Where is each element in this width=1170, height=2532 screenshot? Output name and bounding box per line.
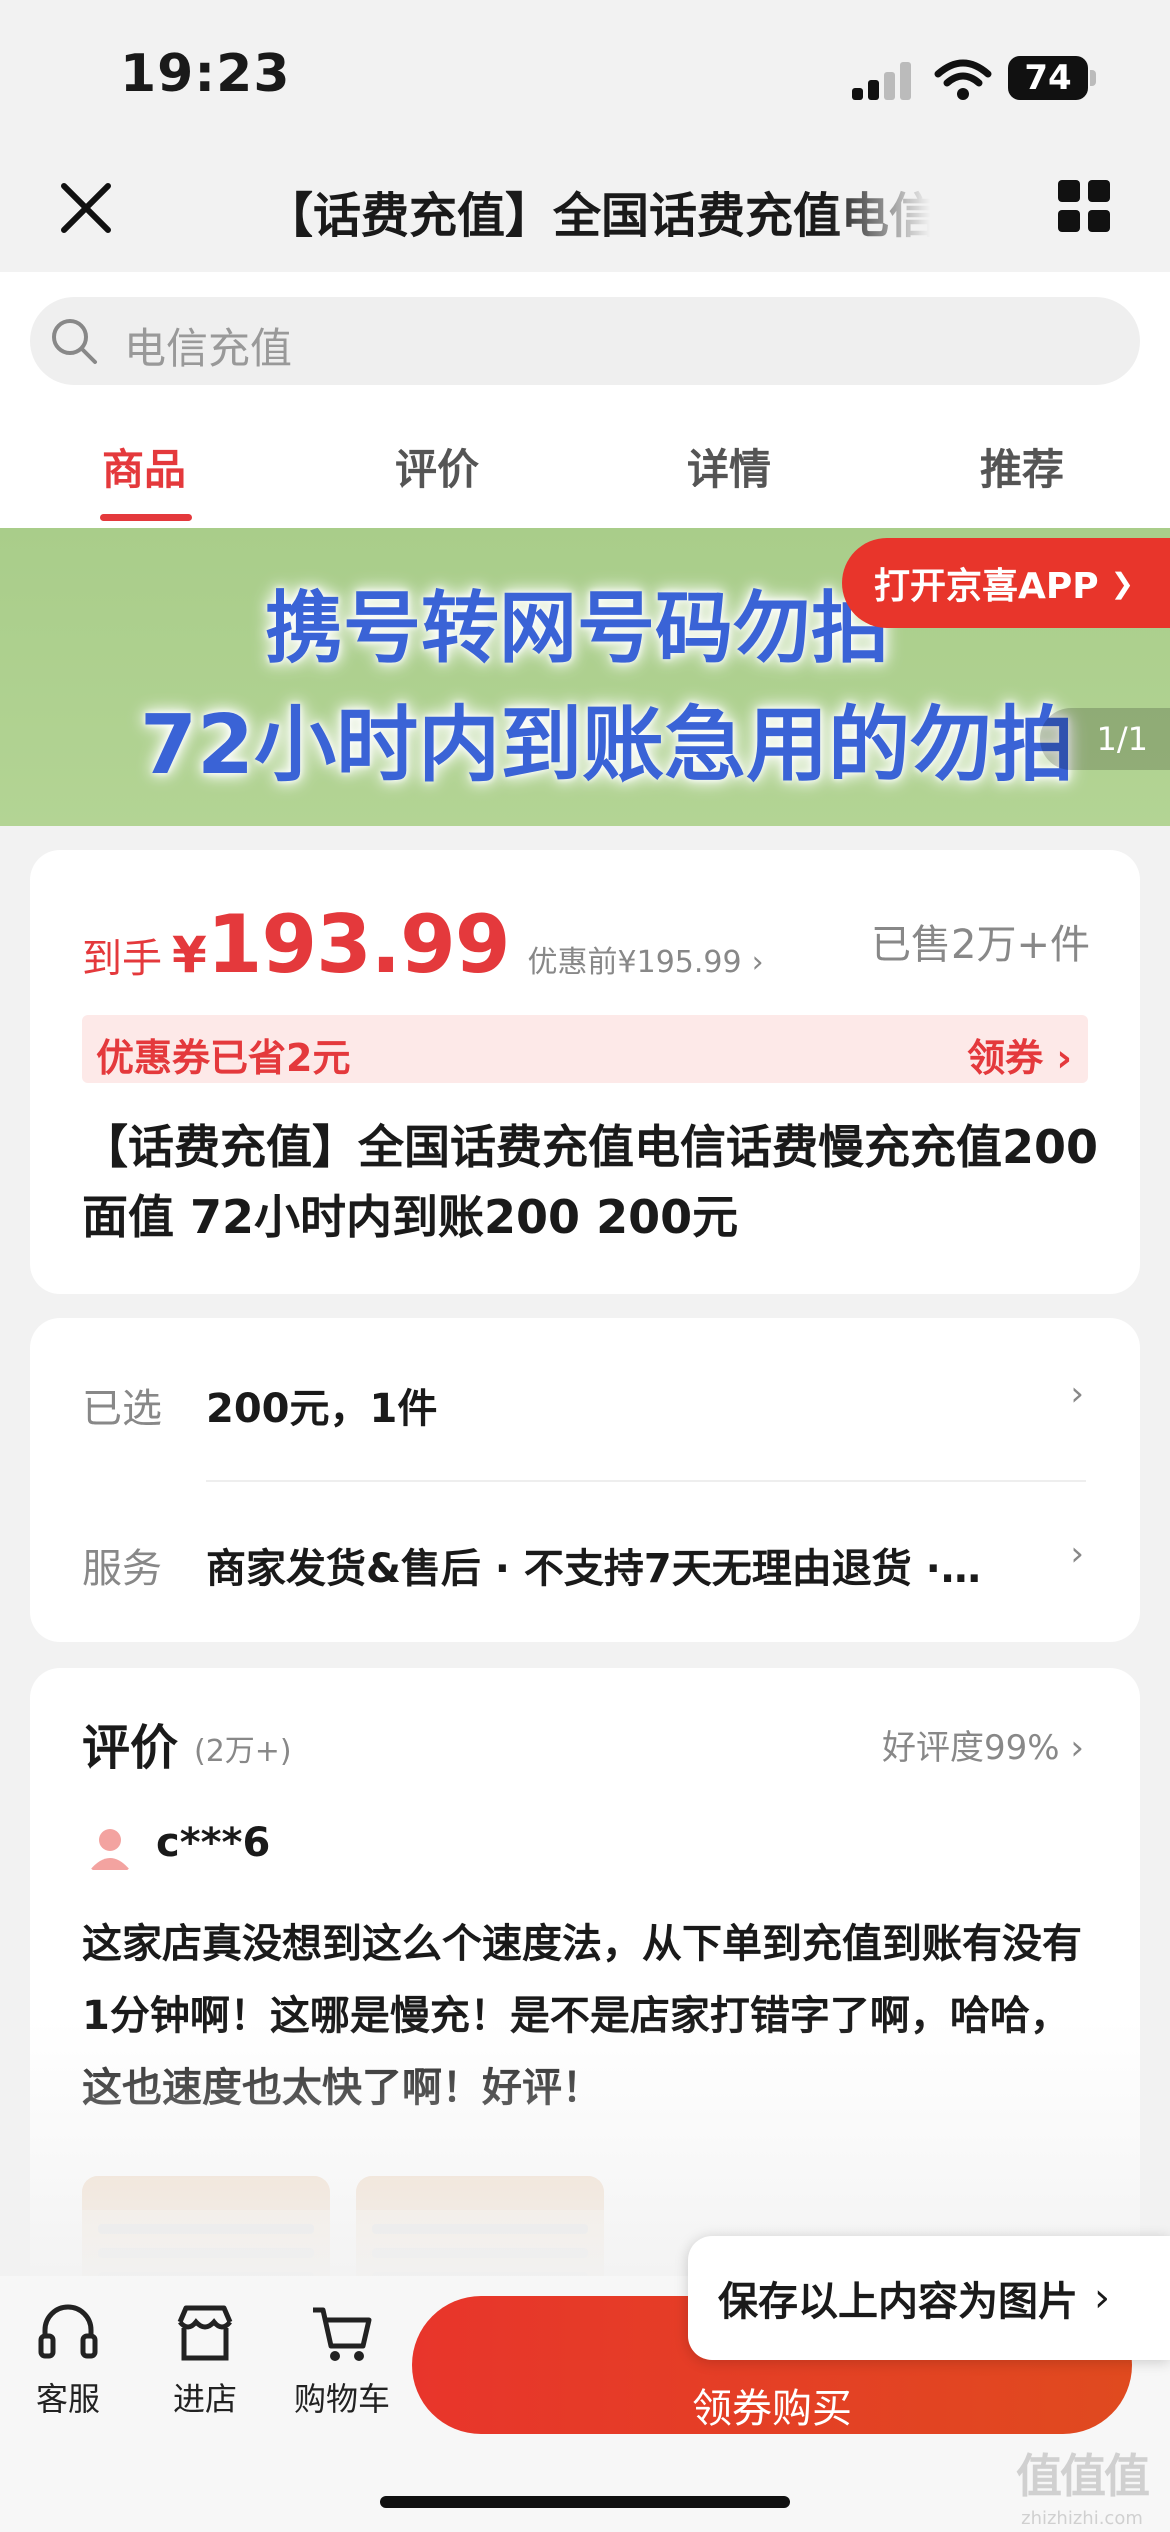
cart-button[interactable]: 购物车 [282, 2298, 402, 2420]
service-value: 商家发货&售后 · 不支持7天无理由退货 ·… [206, 1546, 981, 1592]
product-title: 【话费充值】全国话费充值电信话费慢充充值200面值 72小时内到账200 200… [82, 1120, 1099, 1244]
store-button[interactable]: 进店 [145, 2298, 265, 2420]
save-as-image-button[interactable]: 保存以上内容为图片 › [688, 2236, 1170, 2360]
watermark-logo: 值值值 [1016, 2449, 1150, 2503]
cart-label: 购物车 [293, 2380, 390, 2418]
banner-page-indicator: 1/1 [1040, 708, 1170, 770]
selected-label: 已选 [82, 1386, 162, 1432]
watermark: 值值值 zhizhizhi.com [1016, 2440, 1150, 2529]
sold-count: 已售2万+件 [871, 922, 1090, 968]
price-row: 到手 ¥ 193.99 优惠前¥195.99 › [82, 898, 764, 991]
review-count: (2万+) [194, 1734, 292, 1769]
selection-card: 已选 200元，1件 › 服务 商家发货&售后 · 不支持7天无理由退货 ·… … [30, 1318, 1140, 1642]
get-coupon-button[interactable]: 领券 › [967, 1027, 1072, 1082]
good-rate-text: 好评度99% [882, 1728, 1060, 1768]
divider [206, 1480, 1086, 1482]
headset-icon [38, 2304, 98, 2359]
currency-symbol: ¥ [172, 926, 207, 984]
reviewer-name: c***6 [156, 1820, 271, 1866]
tab-product[interactable]: 商品 [102, 436, 186, 497]
save-as-image-label: 保存以上内容为图片 [718, 2279, 1078, 2325]
search-placeholder: 电信充值 [124, 324, 293, 373]
banner-line-1: 携号转网号码勿拍 [265, 584, 890, 674]
cellular-signal-icon [852, 62, 914, 100]
chevron-right-icon[interactable]: › [752, 945, 764, 980]
good-rate-link[interactable]: 好评度99% › [882, 1720, 1084, 1769]
final-price: 193.99 [206, 898, 511, 991]
open-app-label: 打开京喜APP [874, 566, 1099, 607]
avatar [82, 1820, 138, 1876]
active-tab-indicator [100, 514, 192, 521]
get-coupon-label: 领券 [967, 1036, 1044, 1080]
customer-service-label: 客服 [35, 2380, 100, 2418]
banner-line-2: 72小时内到账急用的勿拍 [140, 698, 1075, 793]
tab-details[interactable]: 详情 [687, 436, 771, 497]
chevron-right-icon: › [1094, 2275, 1110, 2321]
chevron-right-icon: › [1070, 1374, 1084, 1414]
price-card: 到手 ¥ 193.99 优惠前¥195.99 › 已售2万+件 优惠券已省2元 … [30, 850, 1140, 1294]
coupon-saved-text: 优惠券已省2元 [96, 1036, 351, 1080]
selected-value: 200元，1件 [206, 1386, 438, 1432]
coupon-bar[interactable]: 优惠券已省2元 领券 › [82, 1015, 1088, 1083]
review-section-title: 评价 [82, 1720, 179, 1776]
battery-icon: 74 [1008, 56, 1096, 100]
wifi-icon [934, 59, 992, 100]
chevron-right-icon: ❯ [1110, 566, 1135, 600]
search-input[interactable]: 电信充值 [30, 297, 1140, 385]
buy-button-line-2: 领券购买 [692, 2386, 852, 2432]
store-icon [177, 2305, 233, 2361]
search-icon [52, 319, 97, 364]
status-bar: 19:23 74 [0, 0, 1170, 150]
open-app-button[interactable]: 打开京喜APP ❯ [842, 538, 1170, 628]
cart-icon [313, 2307, 372, 2361]
tab-recommend[interactable]: 推荐 [980, 436, 1064, 497]
chevron-right-icon: › [1070, 1534, 1084, 1574]
price-label: 到手 [82, 936, 162, 982]
page-title: 【话费充值】全国话费充值电信话费慢充充值 [265, 188, 930, 244]
status-time: 19:23 [120, 44, 291, 104]
watermark-url: zhizhizhi.com [1021, 2508, 1143, 2529]
close-icon[interactable] [56, 178, 116, 238]
home-indicator [380, 2496, 790, 2508]
store-label: 进店 [172, 2380, 237, 2418]
customer-service-button[interactable]: 客服 [8, 2298, 128, 2420]
nav-bar: 【话费充值】全国话费充值电信话费慢充充值 [0, 150, 1170, 272]
grid-menu-icon[interactable] [1058, 180, 1110, 232]
original-price[interactable]: 优惠前¥195.99 [528, 937, 742, 981]
tab-reviews[interactable]: 评价 [395, 436, 479, 497]
service-label: 服务 [82, 1546, 162, 1592]
tab-bar: 商品 评价 详情 推荐 [0, 430, 1170, 528]
